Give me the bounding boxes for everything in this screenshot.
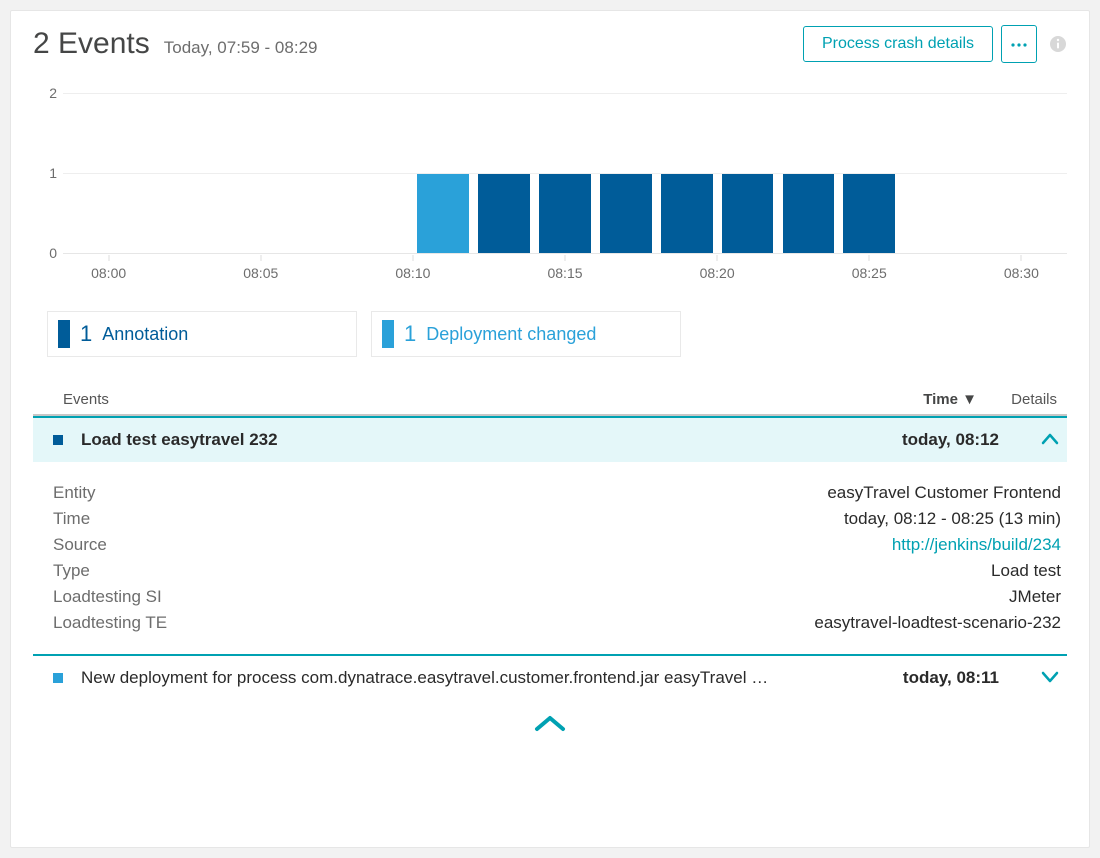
legend-item[interactable]: 1 Deployment changed (371, 311, 681, 357)
chart-bar (843, 173, 895, 253)
chart-bar (783, 173, 835, 253)
x-tick-label: 08:05 (243, 265, 278, 281)
detail-key: Type (53, 561, 90, 581)
dots-icon (1010, 35, 1028, 53)
detail-link[interactable]: http://jenkins/build/234 (892, 535, 1061, 555)
legend-count: 1 (404, 321, 416, 347)
legend-label: Annotation (102, 324, 188, 345)
x-tick-label: 08:15 (547, 265, 582, 281)
y-tick-label: 2 (49, 85, 57, 101)
x-tick-label: 08:00 (91, 265, 126, 281)
detail-key: Source (53, 535, 107, 555)
info-icon (1049, 35, 1067, 53)
legend-item[interactable]: 1 Annotation (47, 311, 357, 357)
legend-swatch (58, 320, 70, 348)
column-details: Details (977, 391, 1061, 408)
time-range: Today, 07:59 - 08:29 (164, 38, 318, 58)
event-row[interactable]: New deployment for process com.dynatrace… (33, 656, 1067, 700)
chart-bar (722, 173, 774, 253)
x-tick-label: 08:30 (1004, 265, 1039, 281)
detail-key: Loadtesting TE (53, 613, 167, 633)
legend-label: Deployment changed (426, 324, 596, 345)
x-tick-label: 08:20 (700, 265, 735, 281)
detail-value: today, 08:12 - 08:25 (13 min) (844, 509, 1061, 529)
detail-value: Load test (991, 561, 1061, 581)
event-time: today, 08:12 (839, 430, 999, 450)
column-events: Events (63, 391, 817, 408)
detail-value: easytravel-loadtest-scenario-232 (814, 613, 1061, 633)
event-time: today, 08:11 (839, 668, 999, 688)
event-row[interactable]: Load test easytravel 232today, 08:12 (33, 416, 1067, 462)
event-type-swatch (53, 435, 63, 445)
chevron-up-icon[interactable] (999, 430, 1059, 450)
detail-value: easyTravel Customer Frontend (827, 483, 1061, 503)
process-crash-details-button[interactable]: Process crash details (803, 26, 993, 62)
chart-bar (539, 173, 591, 253)
more-actions-button[interactable] (1001, 25, 1037, 63)
events-chart: 012 08:0008:0508:1008:1508:2008:2508:30 (33, 91, 1067, 301)
events-table-header: Events Time ▼ Details (33, 387, 1067, 416)
legend-count: 1 (80, 321, 92, 347)
legend-swatch (382, 320, 394, 348)
detail-key: Loadtesting SI (53, 587, 162, 607)
chart-bar (600, 173, 652, 253)
event-details: Entity easyTravel Customer Frontend Time to… (33, 462, 1067, 656)
event-name: New deployment for process com.dynatrace… (81, 668, 839, 688)
chart-bar (661, 173, 713, 253)
y-tick-label: 0 (49, 245, 57, 261)
chart-bar (478, 173, 530, 253)
detail-key: Time (53, 509, 90, 529)
chevron-down-icon[interactable] (999, 668, 1059, 688)
detail-key: Entity (53, 483, 96, 503)
column-time-sort[interactable]: Time ▼ (817, 391, 977, 408)
detail-value: JMeter (1009, 587, 1061, 607)
chart-bar (417, 173, 469, 253)
collapse-panel-button[interactable] (533, 714, 567, 734)
x-tick-label: 08:25 (852, 265, 887, 281)
event-type-swatch (53, 673, 63, 683)
x-tick-label: 08:10 (395, 265, 430, 281)
event-name: Load test easytravel 232 (81, 430, 839, 450)
y-tick-label: 1 (49, 165, 57, 181)
page-title: 2 Events (33, 27, 150, 61)
